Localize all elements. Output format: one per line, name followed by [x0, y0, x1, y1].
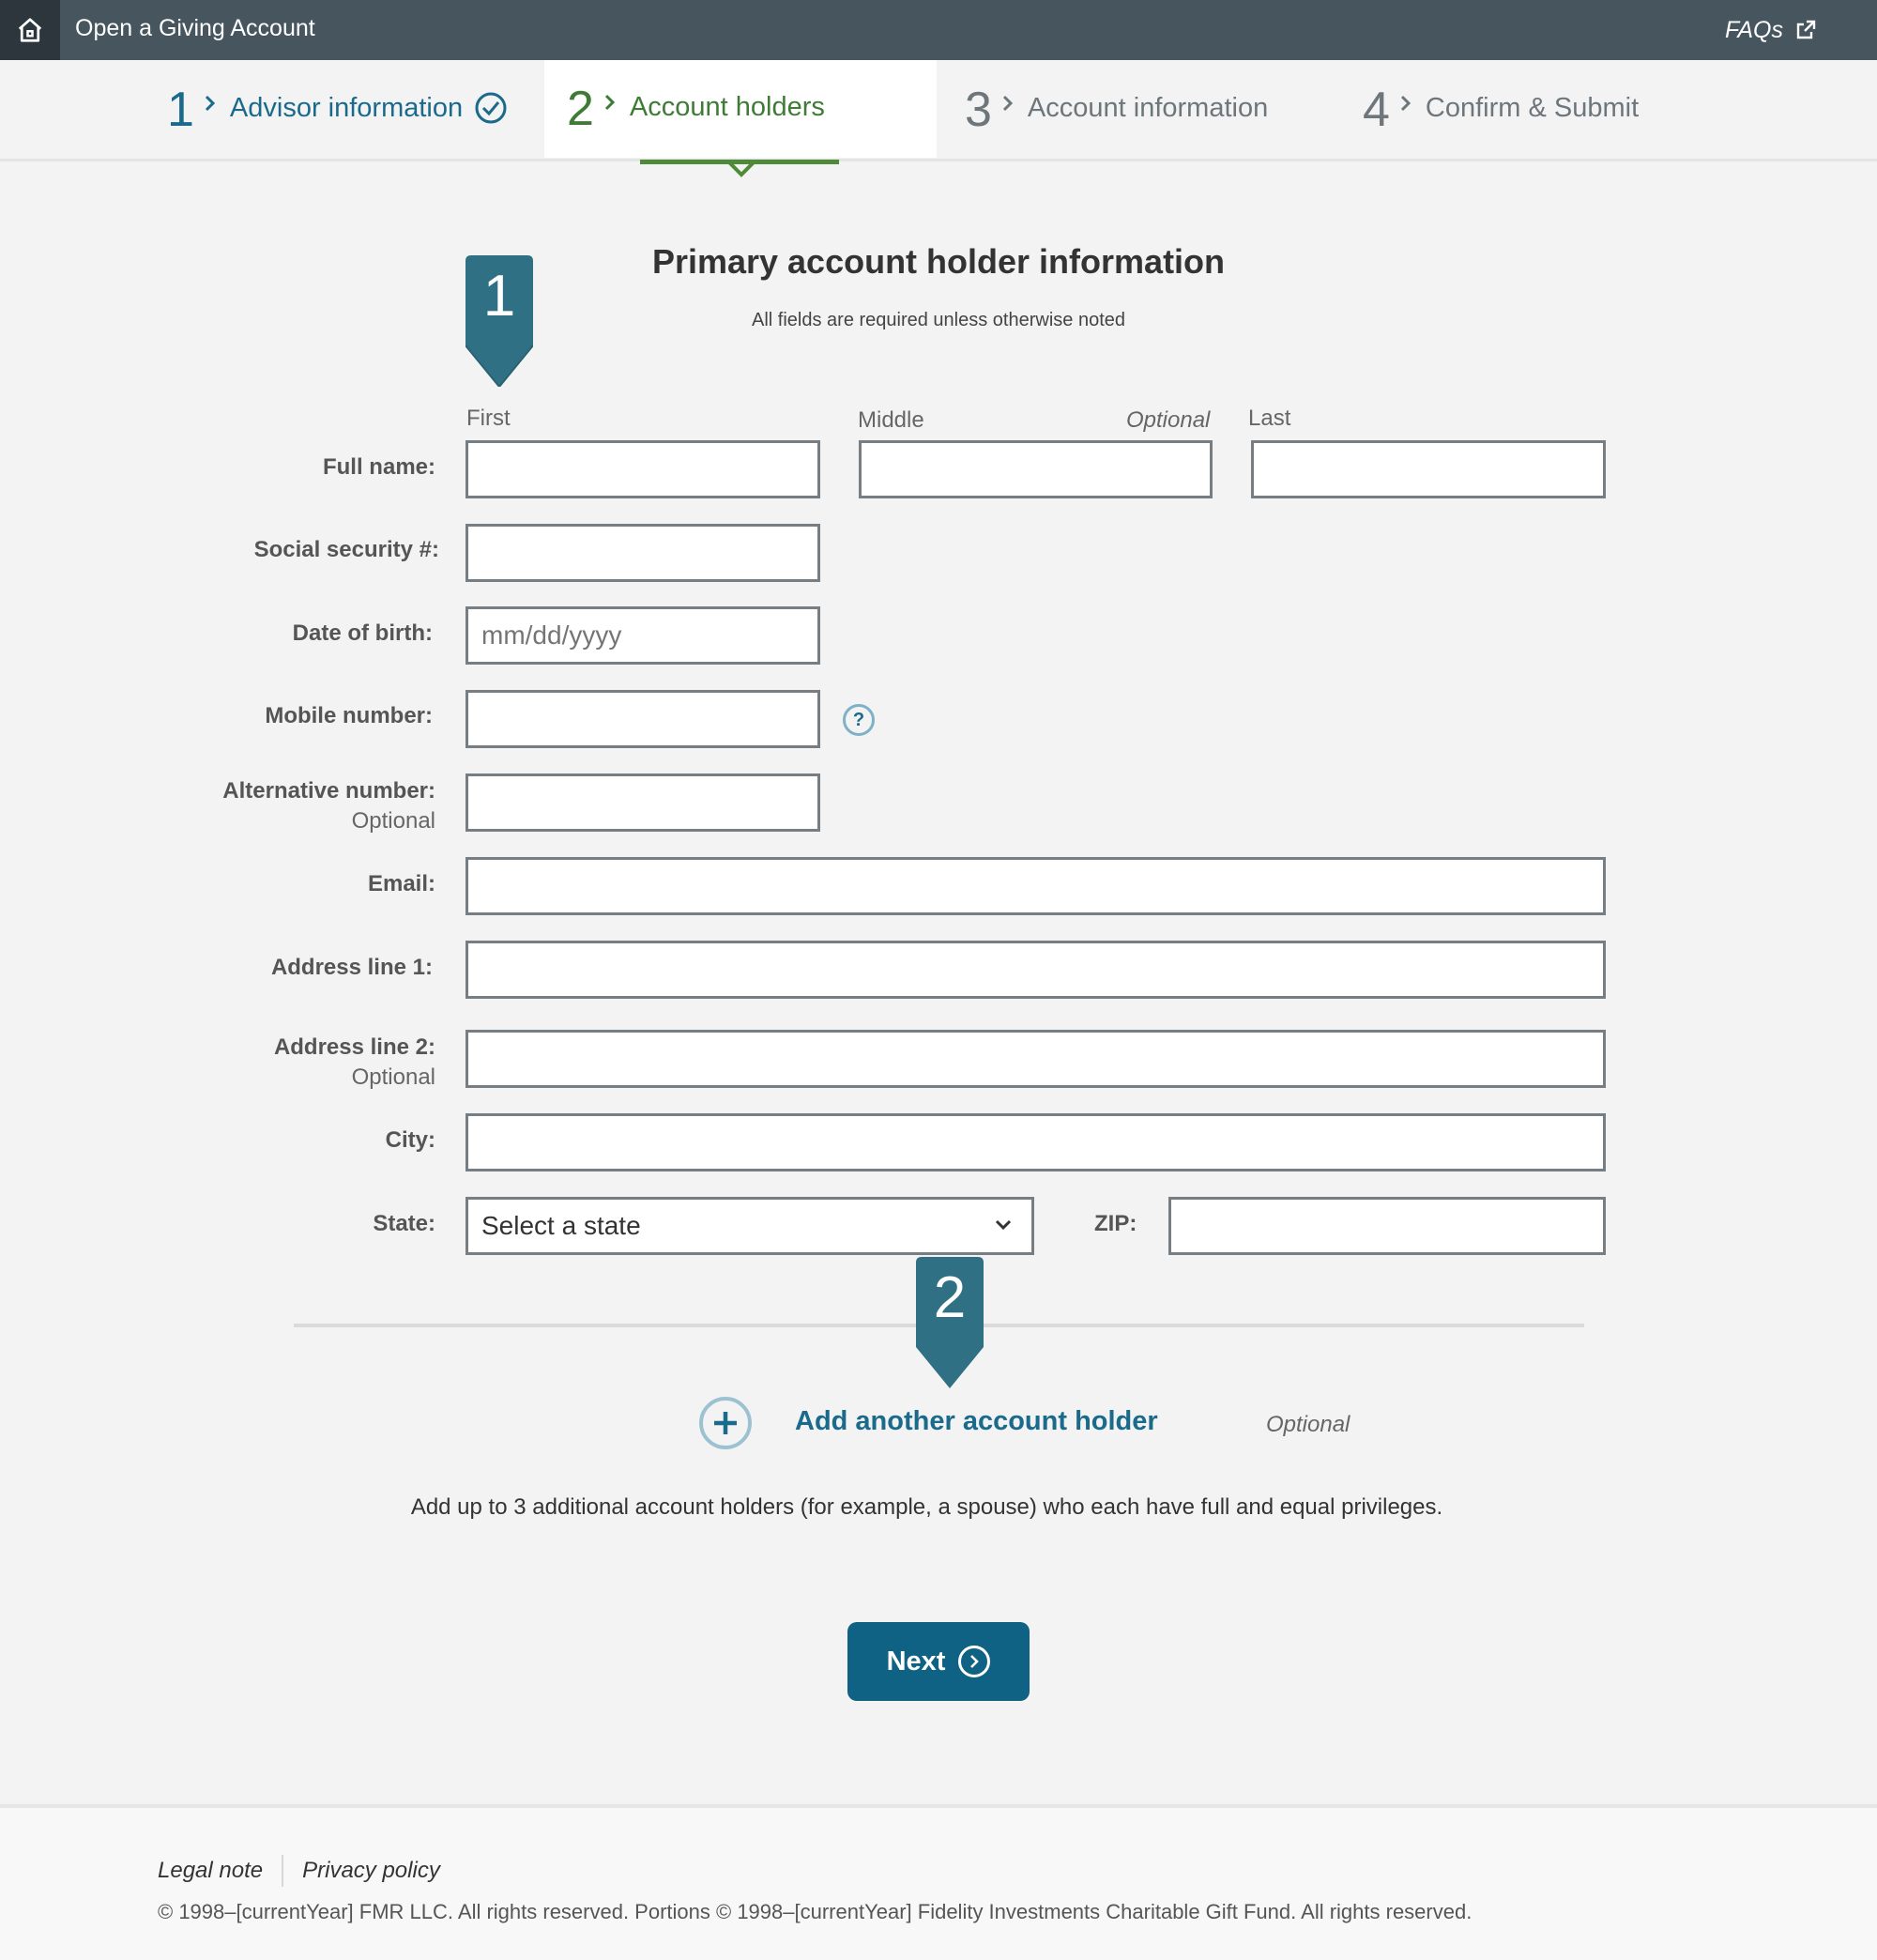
first-name-input[interactable]: [465, 440, 820, 498]
state-select[interactable]: Select a state: [465, 1197, 1034, 1255]
middle-name-label: Middle: [858, 407, 924, 433]
step-navigation: 1 Advisor information 2 Account holders …: [0, 60, 1877, 161]
chevron-right-icon: [1002, 95, 1014, 112]
middle-optional-label: Optional: [1126, 407, 1211, 433]
home-icon: [18, 18, 42, 42]
copyright-text: © 1998–[currentYear] FMR LLC. All rights…: [158, 1900, 1473, 1923]
alt-number-input[interactable]: [465, 773, 820, 832]
step-label: Account holders: [629, 91, 825, 122]
mobile-input[interactable]: [465, 690, 820, 748]
step-label: Confirm & Submit: [1425, 92, 1640, 123]
step-number: 1: [167, 83, 194, 137]
zip-input[interactable]: [1168, 1197, 1606, 1255]
step-number: 3: [965, 83, 992, 137]
form-title: Primary account holder information: [651, 242, 1226, 281]
help-icon[interactable]: ?: [843, 704, 875, 736]
dob-label: Date of birth:: [292, 620, 433, 646]
chevron-right-icon: [205, 95, 216, 112]
state-label: State:: [373, 1211, 435, 1236]
dob-input[interactable]: [465, 606, 820, 665]
zip-label: ZIP:: [1094, 1211, 1137, 1236]
chevron-right-icon: [604, 94, 616, 111]
ssn-label: Social security #:: [253, 537, 439, 562]
external-link-icon: [1796, 20, 1816, 39]
faqs-link[interactable]: FAQs: [1725, 0, 1817, 60]
address1-input[interactable]: [465, 941, 1606, 999]
chevron-down-icon: [995, 1219, 1012, 1231]
marker-number: 1: [482, 264, 516, 329]
chevron-right-icon: [1400, 95, 1412, 112]
faqs-label: FAQs: [1724, 17, 1783, 43]
address2-input[interactable]: [465, 1030, 1606, 1088]
check-circle-icon: [475, 92, 507, 124]
app-title: Open a Giving Account: [75, 15, 315, 41]
address2-label-text: Address line 2:: [273, 1034, 435, 1060]
next-button[interactable]: Next: [847, 1622, 1030, 1701]
city-input[interactable]: [465, 1113, 1606, 1171]
step-label: Account information: [1027, 92, 1269, 123]
callout-marker-2: 2: [916, 1257, 984, 1388]
form-subtitle: All fields are required unless otherwise…: [752, 310, 1125, 330]
plus-circle-icon[interactable]: [699, 1397, 752, 1449]
add-account-holder-link[interactable]: Add another account holder: [795, 1406, 1158, 1437]
address2-label: Address line 2: Optional: [0, 1034, 435, 1091]
last-name-label: Last: [1248, 406, 1291, 431]
step-account-holders[interactable]: 2 Account holders: [544, 60, 937, 158]
next-button-label: Next: [886, 1646, 946, 1677]
first-name-label: First: [466, 406, 511, 431]
city-label: City:: [385, 1127, 435, 1153]
add-holder-optional: Optional: [1266, 1412, 1351, 1437]
state-select-value: Select a state: [481, 1211, 641, 1240]
add-holder-description: Add up to 3 additional account holders (…: [410, 1494, 1443, 1520]
privacy-policy-link[interactable]: Privacy policy: [302, 1858, 440, 1884]
footer: Legal note Privacy policy © 1998–[curren…: [0, 1804, 1877, 1960]
email-input[interactable]: [465, 857, 1606, 915]
marker-number: 2: [933, 1265, 967, 1330]
step-advisor-information[interactable]: 1 Advisor information: [167, 60, 508, 160]
step-number: 2: [567, 82, 594, 136]
footer-separator: [282, 1855, 284, 1887]
step-confirm-submit[interactable]: 4 Confirm & Submit: [1363, 60, 1639, 160]
alt-number-label-text: Alternative number:: [222, 778, 435, 804]
home-button[interactable]: [0, 0, 60, 60]
step-account-information[interactable]: 3 Account information: [965, 60, 1268, 160]
middle-name-input[interactable]: [859, 440, 1213, 498]
step-label: Advisor information: [229, 92, 464, 123]
ssn-input[interactable]: [465, 524, 820, 582]
active-step-caret: [727, 162, 755, 177]
footer-links: Legal note Privacy policy: [158, 1855, 440, 1887]
alt-number-optional: Optional: [351, 808, 435, 834]
alt-number-label: Alternative number: Optional: [0, 778, 435, 835]
step-number: 4: [1363, 83, 1390, 137]
mobile-label: Mobile number:: [265, 703, 433, 728]
arrow-right-circle-icon: [958, 1646, 991, 1677]
email-label: Email:: [367, 871, 435, 896]
callout-marker-1: 1: [465, 255, 534, 389]
last-name-input[interactable]: [1251, 440, 1606, 498]
full-name-label: Full name:: [322, 454, 435, 480]
top-bar: Open a Giving Account FAQs: [0, 0, 1877, 60]
address1-label: Address line 1:: [270, 955, 433, 980]
address2-optional: Optional: [351, 1064, 435, 1090]
legal-note-link[interactable]: Legal note: [158, 1858, 263, 1884]
